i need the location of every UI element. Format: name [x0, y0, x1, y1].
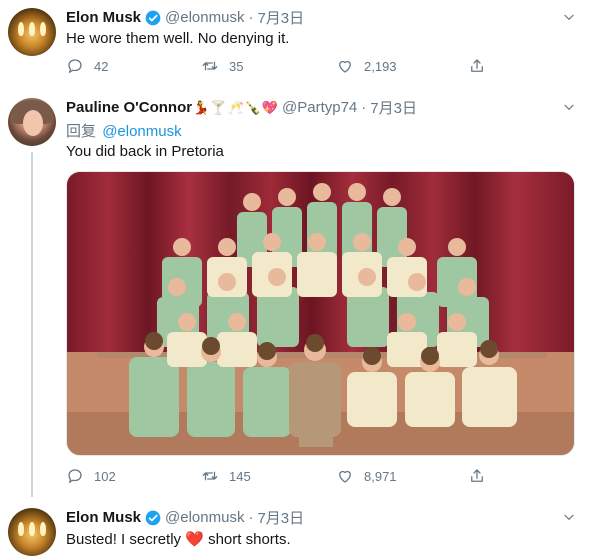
reply-button[interactable]: 102 — [66, 467, 116, 485]
verified-badge-icon — [145, 510, 161, 525]
like-icon — [339, 60, 351, 73]
chevron-down-icon[interactable] — [562, 100, 576, 114]
display-name[interactable]: Pauline O'Connor — [66, 99, 192, 116]
tweet-text: Busted! I secretly ❤️ short shorts. — [66, 530, 291, 548]
tweet-photo[interactable] — [66, 171, 575, 456]
thread-line — [31, 152, 33, 497]
share-button[interactable] — [468, 57, 496, 75]
like-icon — [339, 470, 351, 483]
replying-to: 回复 @elonmusk — [66, 120, 182, 141]
timestamp[interactable]: 7月3日 — [370, 97, 417, 118]
username[interactable]: @elonmusk — [165, 9, 244, 26]
retweet-count: 145 — [229, 468, 251, 484]
tweet-text-end: short shorts. — [208, 531, 291, 548]
class-photo-image — [67, 172, 574, 455]
display-name[interactable]: Elon Musk — [66, 509, 141, 526]
separator: · — [361, 99, 367, 116]
share-button[interactable] — [468, 467, 496, 485]
retweet-count: 35 — [229, 58, 244, 74]
separator: · — [248, 509, 254, 526]
share-icon — [471, 59, 483, 72]
name-emoji: 🍸 — [210, 99, 227, 115]
separator: · — [248, 9, 254, 26]
retweet-button[interactable]: 35 — [201, 57, 243, 75]
mention-link[interactable]: @elonmusk — [102, 123, 181, 140]
like-button[interactable]: 2,193 — [336, 57, 397, 75]
reply-count: 42 — [94, 58, 109, 74]
reply-button[interactable]: 42 — [66, 57, 108, 75]
like-button[interactable]: 8,971 — [336, 467, 397, 485]
avatar[interactable] — [8, 8, 56, 56]
avatar[interactable] — [8, 98, 56, 146]
verified-badge-icon — [145, 10, 161, 25]
display-name[interactable]: Elon Musk — [66, 9, 141, 26]
replying-label: 回复 — [66, 123, 97, 140]
name-emoji: 💃 — [193, 99, 210, 115]
chevron-down-icon[interactable] — [562, 510, 576, 524]
retweet-icon — [202, 61, 218, 71]
retweet-button[interactable]: 145 — [201, 467, 251, 485]
tweet-text: You did back in Pretoria — [66, 143, 224, 160]
tweet-text-start: Busted! I secretly — [66, 531, 182, 548]
reply-icon — [68, 469, 82, 484]
like-count: 8,971 — [364, 468, 397, 484]
chevron-down-icon[interactable] — [562, 10, 576, 24]
tweet-actions: 102 145 8,971 — [66, 467, 496, 487]
heart-emoji: ❤️ — [185, 531, 204, 548]
username[interactable]: @elonmusk — [165, 509, 244, 526]
reply-icon — [68, 59, 82, 74]
name-emoji: 💖 — [261, 99, 279, 115]
like-count: 2,193 — [364, 58, 397, 74]
name-emoji: 🍾 — [244, 99, 261, 115]
tweet-text: He wore them well. No denying it. — [66, 30, 290, 47]
reply-count: 102 — [94, 468, 116, 484]
timestamp[interactable]: 7月3日 — [257, 507, 304, 528]
share-icon — [471, 469, 483, 482]
username[interactable]: @Partyp74 — [282, 99, 357, 116]
retweet-icon — [202, 471, 218, 481]
avatar[interactable] — [8, 508, 56, 556]
name-emoji: 🥂 — [227, 99, 244, 115]
tweet-actions: 42 35 2,193 — [66, 57, 496, 77]
timestamp[interactable]: 7月3日 — [257, 7, 304, 28]
